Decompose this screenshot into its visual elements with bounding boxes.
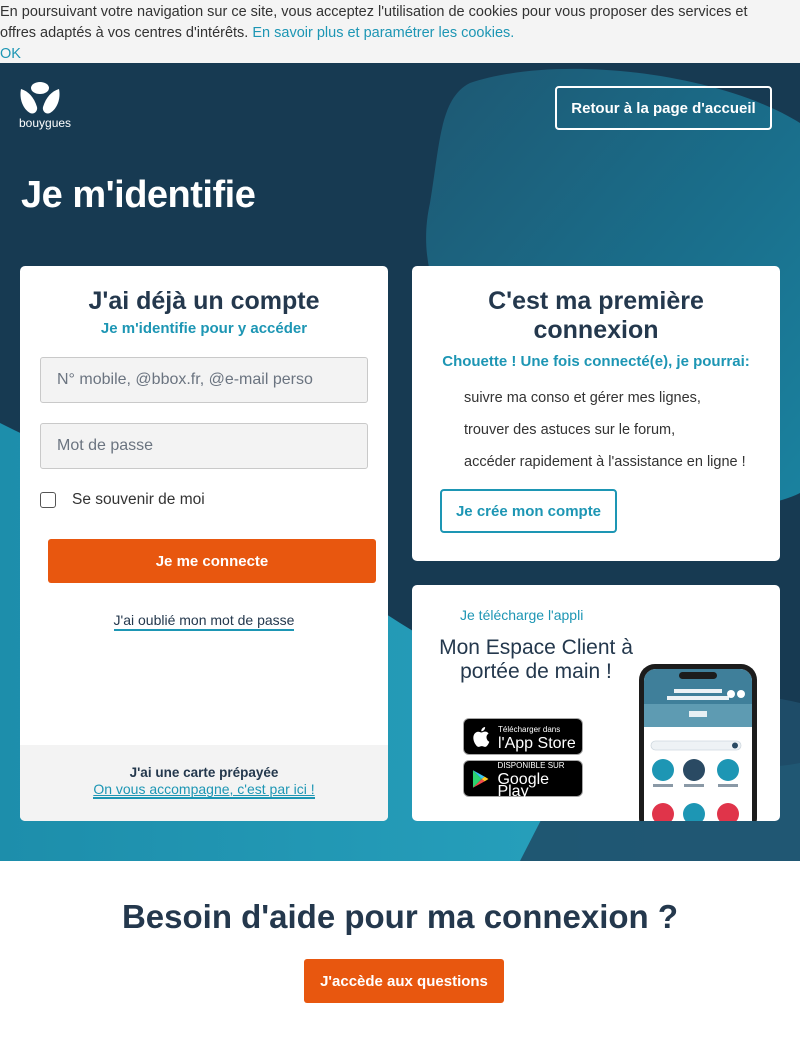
appstore-small-text: Télécharger dans [498, 724, 561, 734]
help-title: Besoin d'aide pour ma connexion ? [121, 898, 679, 935]
login-card: J'ai déjà un compte Je m'identifie pour … [20, 266, 388, 821]
gplay-small-text: DISPONIBLE SUR [497, 760, 565, 770]
logo-word: bouygues [19, 116, 72, 130]
forgot-password-link[interactable]: J'ai oublié mon mot de passe [113, 612, 295, 631]
username-input[interactable]: N° mobile, @bbox.fr, @e-mail perso [40, 357, 368, 403]
benefit-item: suivre ma conso et gérer mes lignes, [464, 390, 701, 406]
prepaid-title: J'ai une carte prépayée [129, 765, 279, 780]
app-title: Mon Espace Client à portée de main ! [439, 636, 633, 683]
bouygues-logo-icon [20, 82, 60, 114]
benefit-item: accéder rapidement à l'assistance en lig… [464, 454, 746, 470]
first-subtitle: Chouette ! Une fois connecté(e), je pour… [442, 353, 750, 370]
faq-button[interactable]: J'accède aux questions [304, 959, 504, 1003]
google-play-badge[interactable]: DISPONIBLE SUR Google Play [463, 760, 583, 800]
login-subtitle: Je m'identifie pour y accéder [100, 320, 308, 337]
password-input[interactable]: Mot de passe [40, 423, 368, 469]
remember-label: Se souvenir de moi [72, 491, 205, 508]
benefits-list: suivre ma conso et gérer mes lignes, tro… [464, 382, 746, 478]
benefit-item: trouver des astuces sur le forum, [464, 422, 676, 438]
first-connection-card: C'est ma première connexion Chouette ! U… [412, 266, 780, 561]
create-account-button[interactable]: Je crée mon compte [440, 489, 617, 533]
prepaid-section: J'ai une carte prépayée On vous accompag… [20, 745, 388, 821]
app-kicker: Je télécharge l'appli [460, 607, 584, 623]
login-submit-button[interactable]: Je me connecte [48, 539, 376, 583]
remember-checkbox[interactable] [40, 492, 56, 508]
home-button[interactable]: Retour à la page d'accueil [555, 86, 772, 130]
page-title: Je m'identifie [21, 174, 256, 216]
prepaid-link[interactable]: On vous accompagne, c'est par ici ! [93, 782, 315, 799]
gplay-big-text: Google Play [497, 770, 550, 800]
apple-icon [473, 727, 490, 747]
cookie-text-wrap: En poursuivant votre navigation sur ce s… [0, 2, 800, 44]
cookie-ok-link[interactable]: OK [0, 44, 800, 65]
bouygues-logo[interactable]: bouygues [18, 81, 72, 135]
app-card: Je télécharge l'appli Mon Espace Client … [412, 585, 780, 821]
phone-mockup-image [639, 664, 757, 821]
app-store-badge[interactable]: Télécharger dans l'App Store [463, 718, 583, 755]
first-title: C'est ma première connexion [488, 287, 704, 344]
login-title: J'ai déjà un compte [88, 287, 320, 315]
cookie-banner: En poursuivant votre navigation sur ce s… [0, 0, 800, 63]
appstore-big-text: l'App Store [498, 734, 576, 752]
google-play-icon [472, 769, 489, 788]
forgot-password-wrap: J'ai oublié mon mot de passe [20, 612, 388, 631]
remember-me[interactable]: Se souvenir de moi [40, 491, 205, 509]
cookie-settings-link[interactable]: En savoir plus et paramétrer les cookies… [252, 25, 514, 41]
